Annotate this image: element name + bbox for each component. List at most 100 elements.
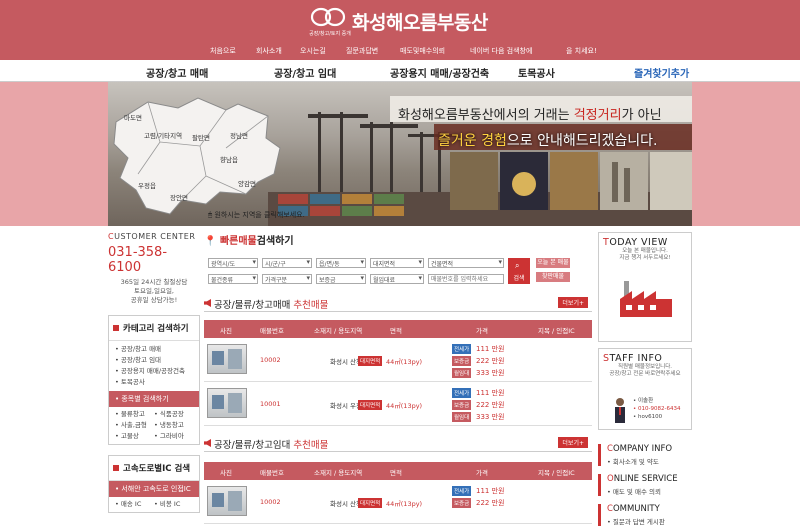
- banner-headline-1: 화성해오름부동산에서의 거래는 걱정거리가 아닌: [398, 108, 662, 123]
- site-header: 공장/창고/토지 중개 화성해오름부동산 처음으로 회사소개 오시는길 질문과답…: [0, 0, 800, 60]
- brand-name: 화성해오름부동산: [352, 12, 488, 34]
- today-view-box: TODAY VIEW 오늘 본 매물입니다. 지금 챙겨 서두르세요!: [598, 232, 692, 342]
- main-nav-land-sale[interactable]: 공장용지 매매/공장건축: [390, 65, 489, 80]
- select-price-type[interactable]: 가격구분: [262, 274, 312, 284]
- online-service-link[interactable]: ONLINE SERVICE • 매도 및 매수 의뢰: [598, 474, 692, 496]
- left-sidebar: CUSTOMER CENTER 031-358-6100 365일 24시간 칠…: [108, 232, 200, 513]
- speaker-icon: [204, 439, 211, 447]
- staff-avatar: [615, 398, 625, 423]
- category-item[interactable]: • 공장/창고 매매: [115, 344, 193, 355]
- type-item[interactable]: • 고물상: [115, 431, 154, 442]
- ic-item[interactable]: • 비봉 IC: [154, 499, 193, 510]
- select-land-area[interactable]: 대지면적: [370, 258, 424, 268]
- map-region-paltan[interactable]: 팔탄면: [192, 132, 210, 142]
- select-deposit[interactable]: 보증금: [316, 274, 366, 284]
- logo-mark-icon: [310, 7, 346, 27]
- photo-factory: [450, 152, 498, 210]
- select-building-area[interactable]: 건물면적: [428, 258, 504, 268]
- rent-listings-table: 사진 매물번호 소재지 / 용도지역 면적 가격 지목 / 인접IC 10002…: [204, 462, 592, 524]
- photo-excavator: [550, 152, 598, 210]
- category-item[interactable]: • 공장/창고 임대: [115, 355, 193, 366]
- top-nav-about[interactable]: 회사소개: [256, 46, 282, 56]
- main-nav-factory-sale[interactable]: 공장/창고 매매: [146, 65, 208, 80]
- today-view-title: TODAY VIEW: [603, 237, 668, 248]
- logo[interactable]: 공장/창고/토지 중개 화성해오름부동산: [309, 6, 490, 40]
- right-sidebar: TODAY VIEW 오늘 본 매물입니다. 지금 챙겨 서두르세요! STAF…: [598, 232, 692, 526]
- map-region-jangan[interactable]: 장안면: [170, 192, 188, 202]
- listing-number-input[interactable]: [428, 274, 504, 284]
- top-nav: 처음으로 회사소개 오시는길 질문과답변 매도및매수의뢰 네이버 다음 검색창에…: [0, 46, 800, 58]
- top-nav-request[interactable]: 매도및매수의뢰: [400, 46, 445, 56]
- today-viewed-button[interactable]: 오늘 본 매물: [536, 258, 570, 268]
- map-region-mado[interactable]: 마도면: [124, 112, 142, 122]
- quick-search-form: 광역시/도 시/군/구 읍/면/동 대지면적 건물면적 물건종류 가격구분 보증…: [204, 254, 592, 290]
- bullet-square-icon: [113, 465, 119, 471]
- ic-item[interactable]: • 매송 IC: [115, 499, 154, 510]
- type-item[interactable]: • 사출,금형: [115, 420, 154, 431]
- quick-search-title: 📍 빠른매물검색하기: [204, 236, 294, 247]
- main-nav-civil-works[interactable]: 토목공사: [518, 65, 555, 80]
- map-region-jeongnam[interactable]: 정남면: [230, 130, 248, 140]
- category-search-box: 카테고리 검색하기 • 공장/창고 매매 • 공장/창고 임대 • 공장용지 매…: [108, 315, 200, 445]
- top-nav-qna[interactable]: 질문과답변: [346, 46, 378, 56]
- community-link[interactable]: COMMUNITY • 질문과 답변 게시판: [598, 504, 692, 526]
- staff-info-title: STAFF INFO: [603, 353, 663, 364]
- table-header: 사진 매물번호 소재지 / 용도지역 면적 가격 지목 / 인접IC: [204, 320, 592, 338]
- main-nav-factory-rent[interactable]: 공장/창고 임대: [274, 65, 336, 80]
- type-item[interactable]: • 그라비아: [154, 431, 193, 442]
- highway-search-title: 고속도로별IC 검색: [109, 456, 199, 481]
- section-sale-header: 공장/물류/창고매매 추천매물 더보기+: [204, 296, 592, 312]
- request-listing-button[interactable]: 찾판매물: [536, 272, 570, 282]
- bullet-square-icon: [113, 325, 119, 331]
- select-monthly-rent[interactable]: 월임대료: [370, 274, 424, 284]
- select-property-type[interactable]: 물건종류: [208, 274, 258, 284]
- staff-info-box: STAFF INFO 직원별 매물정보입니다. 공장/창고 전문 바로연락주세요…: [598, 348, 692, 430]
- select-province[interactable]: 광역시/도: [208, 258, 258, 268]
- map-region-yanggam[interactable]: 양감면: [238, 178, 256, 188]
- main-nav-bookmark[interactable]: 즐겨찾기추가: [634, 65, 689, 80]
- category-item[interactable]: • 토목공사: [115, 377, 193, 388]
- map-hint: 🖱 원하시는 지역을 클릭해보세요.: [208, 211, 305, 219]
- customer-center-title: CUSTOMER CENTER: [108, 232, 196, 241]
- top-nav-home[interactable]: 처음으로: [210, 46, 236, 56]
- table-row[interactable]: 10002 화성시 산척동 대지면적 44㎡(13py) 전세가 111 만원 …: [204, 338, 592, 382]
- category-search-title: 카테고리 검색하기: [109, 316, 199, 341]
- type-item[interactable]: • 식품공장: [154, 409, 193, 420]
- map-region-ujeong[interactable]: 우정읍: [138, 180, 156, 190]
- map-region-hyangnam[interactable]: 향남읍: [220, 154, 238, 164]
- customer-phone[interactable]: 031-358-6100: [108, 245, 200, 275]
- more-button[interactable]: 더보기+: [558, 437, 588, 448]
- more-button[interactable]: 더보기+: [558, 297, 588, 308]
- factory-icon: [620, 281, 672, 317]
- highway-search-box: 고속도로별IC 검색 • 서해안 고속도로 인접IC • 매송 IC • 비봉 …: [108, 455, 200, 513]
- customer-note: 365일 24시간 칠절상담 토요일,일요일, 공휴일 상담가능!: [120, 278, 188, 304]
- pin-icon: 📍: [204, 236, 217, 247]
- select-town[interactable]: 읍/면/동: [316, 258, 366, 268]
- top-nav-directions[interactable]: 오시는길: [300, 46, 326, 56]
- table-row[interactable]: 10001 화성시 우정읍 대지면적 44㎡(13py) 전세가 111 만원 …: [204, 382, 592, 426]
- listing-photo[interactable]: [207, 344, 247, 374]
- search-button[interactable]: ⌕ 검색: [508, 258, 530, 284]
- category-item[interactable]: • 공장용지 매매/공장건축: [115, 366, 193, 377]
- type-search-title: • 종목별 검색하기: [109, 391, 199, 407]
- type-item[interactable]: • 물류창고: [115, 409, 154, 420]
- main-content: 📍 빠른매물검색하기 광역시/도 시/군/구 읍/면/동 대지면적 건물면적 물…: [204, 232, 592, 524]
- sale-listings-table: 사진 매물번호 소재지 / 용도지역 면적 가격 지목 / 인접IC 10002…: [204, 320, 592, 426]
- select-city[interactable]: 시/군/구: [262, 258, 312, 268]
- hero-banner: 마도면 고렴/기타지역 팔탄면 정남면 향남읍 우정읍 장안면 양감면 🖱 원하…: [108, 82, 692, 226]
- company-info-link[interactable]: COMPANY INFO • 회사소개 및 약도: [598, 444, 692, 466]
- staff-contact: • 이솔환 • 010-9082-6434 • hov6100: [633, 398, 681, 420]
- table-header: 사진 매물번호 소재지 / 용도지역 면적 가격 지목 / 인접IC: [204, 462, 592, 480]
- main-nav: 공장/창고 매매 공장/창고 임대 공장용지 매매/공장건축 토목공사 즐겨찾기…: [0, 60, 800, 82]
- listing-photo[interactable]: [207, 388, 247, 418]
- table-row[interactable]: 10002 화성시 산척동 대지면적 44㎡(13py) 전세가 111 만원 …: [204, 480, 592, 524]
- top-nav-search-hint: 네이버 다음 검색창에: [470, 47, 533, 55]
- banner-headline-2: 즐거운 경험으로 안내해드리겠습니다.: [438, 133, 658, 149]
- map-region-other[interactable]: 고렴/기타지역: [144, 130, 182, 140]
- type-item[interactable]: • 냉동창고: [154, 420, 193, 431]
- section-rent-header: 공장/물류/창고임대 추천매물 더보기+: [204, 436, 592, 452]
- brand-tagline: 공장/창고/토지 중개: [309, 31, 351, 37]
- search-icon: ⌕: [515, 261, 520, 270]
- speaker-icon: [204, 299, 211, 307]
- highway-sub-title: • 서해안 고속도로 인접IC: [109, 481, 199, 497]
